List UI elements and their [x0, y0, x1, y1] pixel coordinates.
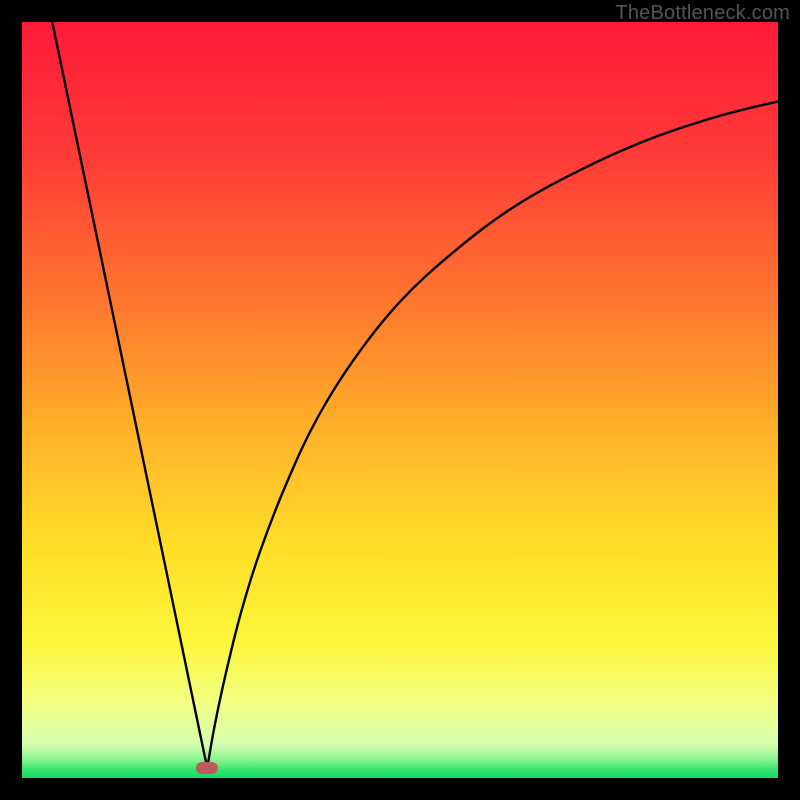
watermark-text: TheBottleneck.com [615, 2, 790, 25]
plot-area [22, 22, 778, 778]
minimum-marker [196, 762, 218, 774]
series-right-curve [207, 101, 778, 768]
series-left-line [52, 22, 207, 768]
curve-layer [22, 22, 778, 778]
chart-container: TheBottleneck.com [0, 0, 800, 800]
